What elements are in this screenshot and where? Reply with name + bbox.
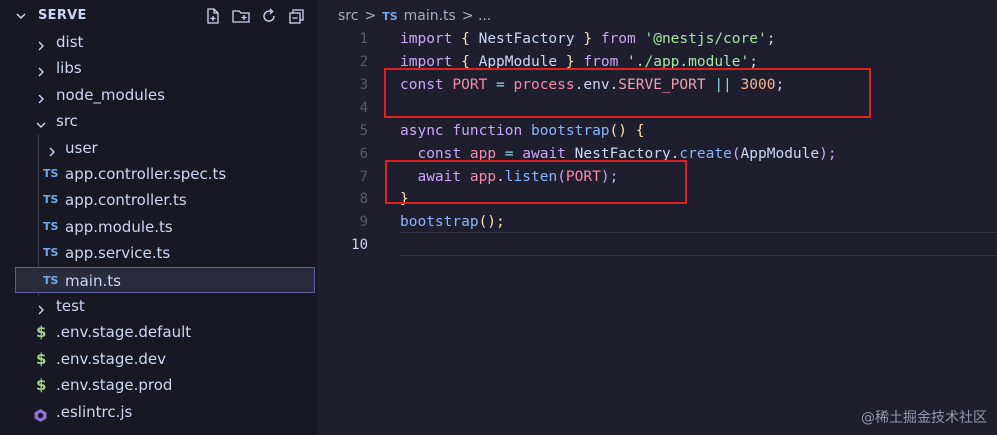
- code-line-5: async function bootstrap() {: [400, 120, 644, 143]
- tree-item-label: user: [65, 139, 98, 157]
- tree-item-label: node_modules: [56, 86, 165, 104]
- code-token: from: [600, 31, 636, 47]
- typescript-file-icon: TS: [43, 167, 59, 180]
- typescript-file-icon: TS: [382, 9, 398, 23]
- tree-folder-libs[interactable]: libs: [0, 55, 318, 81]
- typescript-file-icon: TS: [43, 246, 59, 259]
- code-token: bootstrap: [530, 123, 610, 139]
- tree-item-label: app.service.ts: [65, 244, 171, 262]
- tree-item-label: main.ts: [65, 272, 121, 290]
- tree-file-app-controller[interactable]: TS app.controller.ts: [0, 187, 318, 213]
- breadcrumb-file[interactable]: main.ts: [404, 8, 456, 24]
- tree-file-app-service[interactable]: TS app.service.ts: [0, 240, 318, 266]
- chevron-down-icon: [34, 114, 48, 128]
- line-number: 6: [359, 146, 368, 162]
- code-token: (): [609, 123, 628, 139]
- code-token: ;: [766, 31, 776, 47]
- explorer-header[interactable]: SERVE: [0, 0, 318, 32]
- code-token: {: [635, 123, 645, 139]
- tree-folder-test[interactable]: test: [0, 293, 318, 319]
- code-token: {: [461, 31, 470, 47]
- tree-file-eslintrc[interactable]: .eslintrc.js: [0, 399, 318, 425]
- tree-file-env-default[interactable]: $ .env.stage.default: [0, 319, 318, 345]
- current-line-highlight: [400, 232, 997, 256]
- tree-item-label: src: [56, 112, 78, 130]
- tree-item-label: .env.stage.prod: [56, 376, 173, 394]
- highlight-box-line-7: [385, 160, 687, 204]
- code-line-9: bootstrap();: [400, 211, 505, 234]
- line-number: 5: [359, 123, 368, 139]
- typescript-file-icon: TS: [43, 193, 59, 206]
- chevron-right-icon: [34, 299, 48, 315]
- tree-item-label: test: [56, 297, 85, 315]
- highlight-box-line-3: [384, 68, 871, 118]
- breadcrumb-more[interactable]: > ...: [462, 8, 492, 24]
- breadcrumb-separator: >: [364, 8, 377, 24]
- watermark: @稀土掘金技术社区: [861, 410, 987, 426]
- tree-folder-user[interactable]: user: [0, 135, 318, 161]
- tree-file-main[interactable]: TS main.ts: [15, 267, 315, 293]
- tree-file-env-prod[interactable]: $ .env.stage.prod: [0, 372, 318, 398]
- tree-folder-node-modules[interactable]: node_modules: [0, 82, 318, 108]
- code-token: create: [679, 146, 732, 162]
- typescript-file-icon: TS: [43, 274, 59, 287]
- line-number-active: 10: [351, 237, 368, 253]
- chevron-right-icon: [34, 88, 48, 104]
- line-number: 2: [359, 54, 368, 70]
- tree-item-label: libs: [56, 59, 82, 77]
- line-number: 1: [359, 31, 368, 47]
- code-token: '@nestjs/core': [644, 31, 767, 47]
- tree-folder-dist[interactable]: dist: [0, 29, 318, 55]
- explorer-title: SERVE: [38, 8, 87, 23]
- env-file-icon: $: [36, 376, 47, 394]
- breadcrumb-src[interactable]: src: [338, 8, 358, 24]
- collapse-all-icon[interactable]: [287, 6, 307, 26]
- env-file-icon: $: [36, 323, 47, 341]
- code-token: );: [819, 146, 837, 162]
- code-token: function: [452, 123, 523, 139]
- chevron-right-icon: [45, 141, 59, 157]
- chevron-right-icon: [34, 61, 48, 77]
- chevron-down-icon[interactable]: [14, 8, 28, 22]
- explorer-sidebar: SERVE dist libs node_modules src user TS…: [0, 0, 318, 435]
- eslint-icon: [33, 405, 47, 422]
- chevron-right-icon: [34, 35, 48, 51]
- typescript-file-icon: TS: [43, 220, 59, 233]
- tree-folder-src[interactable]: src: [0, 108, 318, 134]
- code-line-1: import { NestFactory } from '@nestjs/cor…: [400, 28, 775, 51]
- code-editor[interactable]: 1 2 3 4 5 6 7 8 9 10 import { NestFactor…: [318, 28, 997, 435]
- explorer-actions: [203, 6, 307, 26]
- line-number: 7: [359, 169, 368, 185]
- breadcrumb: src > TS main.ts > ...: [338, 6, 491, 26]
- line-number: 4: [359, 100, 368, 116]
- tree-file-env-dev[interactable]: $ .env.stage.dev: [0, 346, 318, 372]
- code-token: bootstrap: [400, 214, 479, 230]
- line-number: 9: [359, 214, 368, 230]
- tree-file-app-controller-spec[interactable]: TS app.controller.spec.ts: [0, 161, 318, 187]
- tree-item-label: .env.stage.dev: [56, 350, 167, 368]
- refresh-icon[interactable]: [259, 6, 279, 26]
- tree-item-label: app.controller.spec.ts: [65, 165, 227, 183]
- new-file-icon[interactable]: [203, 6, 223, 26]
- tree-item-label: .eslintrc.js: [56, 403, 133, 421]
- code-token: NestFactory: [478, 31, 575, 47]
- tree-item-label: app.module.ts: [65, 218, 173, 236]
- code-token: }: [583, 31, 593, 47]
- code-token: async: [400, 123, 444, 139]
- code-token: AppModule: [740, 146, 820, 162]
- tree-item-label: dist: [56, 33, 84, 51]
- code-token: (: [731, 146, 741, 162]
- new-folder-icon[interactable]: [231, 6, 251, 26]
- line-number: 8: [359, 191, 368, 207]
- tree-file-app-module[interactable]: TS app.module.ts: [0, 214, 318, 240]
- tree-item-label: app.controller.ts: [65, 191, 187, 209]
- code-token: ();: [478, 214, 505, 230]
- env-file-icon: $: [36, 350, 47, 368]
- line-number: 3: [359, 77, 368, 93]
- code-token: import: [400, 31, 453, 47]
- tree-item-label: .env.stage.default: [56, 323, 192, 341]
